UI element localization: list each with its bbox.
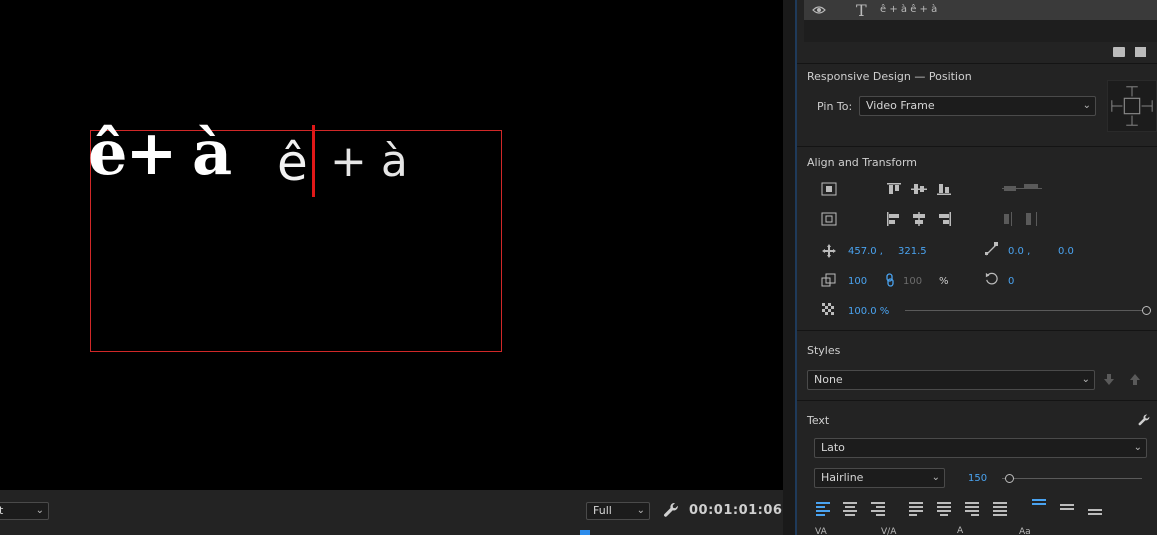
- font-family-value: Lato: [821, 441, 845, 454]
- text-light-plus-a-grave: + à: [330, 136, 408, 187]
- wrench-icon[interactable]: [1137, 413, 1151, 427]
- font-size-slider-track[interactable]: [1002, 478, 1142, 479]
- opacity-value[interactable]: 100.0 %: [848, 306, 889, 317]
- zoom-level-value: t: [0, 504, 4, 517]
- layers-list[interactable]: T ê + à ê + à: [804, 0, 1157, 42]
- font-size-value[interactable]: 150: [968, 473, 987, 484]
- rotation-icon: [985, 272, 998, 285]
- opacity-slider-track[interactable]: [905, 310, 1143, 311]
- text-bold-a-grave: à: [192, 116, 233, 189]
- position-icon: [822, 244, 836, 258]
- scale-value[interactable]: 100: [848, 276, 867, 287]
- anchor-y-value[interactable]: 0.0: [1058, 246, 1074, 257]
- new-group-folder-icon[interactable]: [1113, 47, 1125, 57]
- kerning-icon[interactable]: V/A: [881, 527, 896, 535]
- zoom-level-dropdown[interactable]: t ⌄: [0, 502, 49, 520]
- section-separator: [797, 400, 1157, 401]
- justify-all-icon[interactable]: [993, 501, 1007, 516]
- styles-title: Styles: [807, 344, 841, 357]
- anchor-point-icon: [985, 242, 998, 256]
- link-icon[interactable]: [885, 273, 895, 287]
- playhead-timecode[interactable]: 00:01:01:06: [689, 503, 782, 518]
- opacity-slider-handle[interactable]: [1142, 306, 1151, 315]
- text-light-e-circumflex: ê: [277, 134, 308, 192]
- pin-to-dropdown[interactable]: Video Frame ⌄: [859, 96, 1096, 116]
- layer-row[interactable]: T ê + à ê + à: [804, 0, 1157, 20]
- align-to-video-frame-icon[interactable]: [821, 182, 837, 196]
- new-layer-icon[interactable]: [1135, 47, 1146, 57]
- align-horizontal-center-icon[interactable]: [911, 212, 927, 226]
- font-style-dropdown[interactable]: Hairline ⌄: [814, 468, 945, 488]
- chevron-down-icon: ⌄: [35, 505, 44, 516]
- rotation-value[interactable]: 0: [1008, 276, 1014, 287]
- align-bottom-text-icon[interactable]: [1088, 505, 1102, 519]
- text-section-title: Text: [807, 414, 830, 427]
- align-center-text-vertical-icon[interactable]: [1060, 502, 1074, 516]
- distribute-horizontal-icon: [1004, 212, 1037, 226]
- scale-height-value: 100: [903, 276, 923, 287]
- styles-dropdown[interactable]: None ⌄: [807, 370, 1095, 390]
- tracking-icon[interactable]: VA: [815, 527, 827, 535]
- position-x-value[interactable]: 457.0 ,: [848, 246, 883, 257]
- font-size-slider-handle[interactable]: [1005, 474, 1014, 483]
- align-transform-title: Align and Transform: [807, 156, 917, 169]
- chevron-down-icon: ⌄: [1082, 100, 1091, 111]
- align-bottom-icon[interactable]: [936, 182, 952, 196]
- anchor-x-value[interactable]: 0.0 ,: [1008, 246, 1030, 257]
- align-text-right-icon[interactable]: [871, 501, 885, 516]
- section-separator: [797, 330, 1157, 331]
- text-bold-e-circumflex-plus: ê+: [88, 116, 177, 189]
- section-separator: [797, 63, 1157, 64]
- essential-graphics-panel: T ê + à ê + à Responsive Design — Positi…: [797, 0, 1157, 535]
- sync-style-up-icon: [1130, 374, 1140, 385]
- chevron-down-icon: ⌄: [1133, 442, 1142, 453]
- justify-last-right-icon[interactable]: [965, 501, 979, 516]
- panel-divider[interactable]: [783, 0, 795, 535]
- push-style-down-icon: [1104, 374, 1114, 385]
- chevron-down-icon: ⌄: [636, 505, 645, 516]
- wrench-icon[interactable]: [662, 501, 680, 519]
- playback-resolution-value: Full: [593, 504, 612, 517]
- styles-value: None: [814, 373, 843, 386]
- justify-last-center-icon[interactable]: [937, 501, 951, 516]
- pin-to-value: Video Frame: [866, 99, 935, 112]
- align-right-icon[interactable]: [936, 212, 952, 226]
- section-separator: [797, 146, 1157, 147]
- align-vertical-center-icon[interactable]: [911, 182, 927, 196]
- align-left-icon[interactable]: [886, 212, 902, 226]
- leading-icon[interactable]: A: [957, 526, 963, 535]
- playhead-marker[interactable]: [580, 530, 590, 535]
- distribute-vertical-icon: [1002, 184, 1042, 191]
- pin-edges-widget[interactable]: [1107, 80, 1157, 132]
- app-window: ê+ à ê + à t ⌄ Full ⌄ 00:01:01:06 T ê …: [0, 0, 1157, 535]
- font-family-dropdown[interactable]: Lato ⌄: [814, 438, 1147, 458]
- chevron-down-icon: ⌄: [931, 472, 940, 483]
- percent-label: %: [939, 276, 949, 287]
- program-monitor[interactable]: ê+ à ê + à: [0, 0, 783, 490]
- pin-to-label: Pin To:: [817, 100, 853, 113]
- center-text-icon[interactable]: [843, 501, 857, 516]
- baseline-shift-icon[interactable]: Aa: [1019, 527, 1031, 535]
- justify-last-left-icon[interactable]: [909, 501, 923, 516]
- chevron-down-icon: ⌄: [1081, 374, 1090, 385]
- eye-icon[interactable]: [812, 5, 826, 15]
- text-layer-icon: T: [856, 1, 867, 20]
- align-top-text-icon[interactable]: [1032, 498, 1046, 512]
- position-y-value[interactable]: 321.5: [898, 246, 927, 257]
- align-to-selection-icon[interactable]: [821, 212, 837, 226]
- playback-resolution-dropdown[interactable]: Full ⌄: [586, 502, 650, 520]
- responsive-design-title: Responsive Design — Position: [807, 70, 972, 83]
- monitor-controls-bar: t ⌄ Full ⌄ 00:01:01:06: [0, 490, 783, 535]
- text-cursor: [312, 125, 315, 197]
- align-top-icon[interactable]: [886, 182, 902, 196]
- opacity-icon: [822, 303, 834, 315]
- layer-name: ê + à ê + à: [880, 4, 938, 15]
- font-style-value: Hairline: [821, 471, 864, 484]
- scale-icon: [821, 273, 836, 287]
- align-text-left-icon[interactable]: [816, 501, 830, 516]
